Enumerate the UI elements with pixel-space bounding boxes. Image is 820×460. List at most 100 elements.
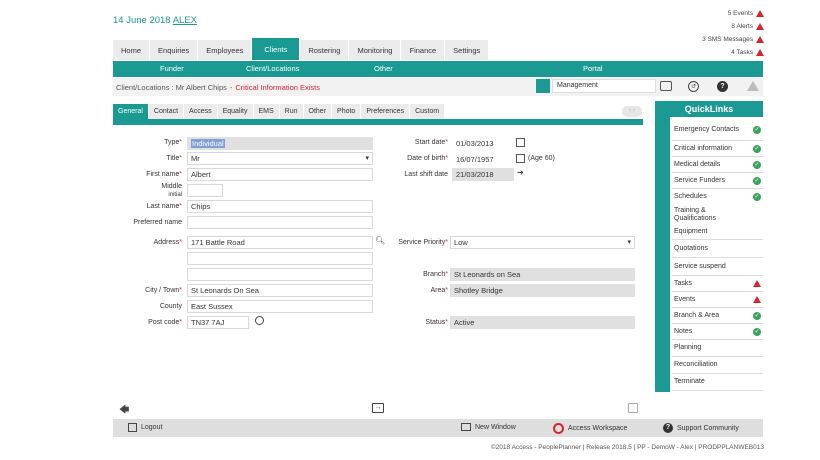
last-name-label: Last name*: [146, 203, 182, 210]
access-workspace-button[interactable]: Access Workspace: [553, 423, 627, 434]
back-arrow-icon[interactable]: 🡄: [119, 403, 129, 420]
notice-sms[interactable]: 3 SMS Messages: [702, 33, 764, 46]
help-icon[interactable]: ?: [717, 81, 728, 92]
subnav-other[interactable]: Other: [374, 64, 393, 73]
middle-initial-label: Middle initial: [161, 183, 182, 198]
tab-monitoring[interactable]: Monitoring: [349, 40, 402, 60]
service-priority-select[interactable]: Low: [450, 236, 635, 249]
check-icon: ✓: [753, 160, 761, 169]
tab-settings[interactable]: Settings: [445, 40, 490, 60]
subtab-run[interactable]: Run: [279, 104, 304, 119]
quicklink-notes[interactable]: Notes ✓: [672, 324, 763, 340]
subtab-preferences[interactable]: Preferences: [361, 104, 411, 119]
alert-icon: [753, 296, 761, 303]
address-line2-input[interactable]: [187, 252, 373, 265]
quicklink-service-funders[interactable]: Service Funders ✓: [672, 173, 763, 189]
arrow-right-icon[interactable]: ➜: [517, 168, 524, 177]
branch-field: St Leonards on Sea: [450, 268, 635, 281]
tab-home[interactable]: Home: [113, 40, 151, 60]
start-date-input[interactable]: 01/03/2013: [452, 137, 514, 150]
quicklink-schedules[interactable]: Schedules ✓: [672, 189, 763, 205]
subtab-custom[interactable]: Custom: [410, 104, 446, 119]
type-field[interactable]: Individual: [187, 137, 373, 150]
tab-rostering[interactable]: Rostering: [300, 40, 350, 60]
quicklink-equipment[interactable]: Equipment: [672, 225, 763, 240]
save-icon[interactable]: [628, 403, 638, 413]
workspace-color-swatch: [536, 79, 550, 93]
title-select[interactable]: Mr: [187, 152, 373, 165]
first-name-label: First name*: [146, 171, 182, 178]
quicklink-critical-information[interactable]: Critical information ✓: [672, 141, 763, 157]
first-name-input[interactable]: Albert: [187, 168, 373, 181]
city-input[interactable]: St Leonards On Sea: [187, 284, 373, 297]
quicklink-training[interactable]: Training & Qualifications: [672, 205, 763, 225]
quicklink-service-suspend[interactable]: Service suspend: [672, 258, 763, 276]
quicklinks-title: QuickLinks: [655, 101, 763, 117]
critical-info-warning[interactable]: Critical Information Exists: [235, 83, 320, 92]
subtab-general[interactable]: General: [113, 104, 149, 119]
new-window-button[interactable]: New Window: [461, 423, 516, 431]
folder-icon[interactable]: [660, 81, 672, 91]
workspace-dropdown[interactable]: Management: [552, 79, 656, 93]
quicklink-emergency-contacts[interactable]: Emergency Contacts ✓: [672, 119, 763, 141]
title-label: Title*: [166, 155, 182, 162]
notice-events[interactable]: 5 Events: [702, 7, 764, 20]
address-label: Address*: [153, 239, 182, 246]
client-context-label: Client/Locations : Mr Albert Chips: [116, 82, 227, 92]
county-input[interactable]: East Sussex: [187, 300, 373, 313]
preferred-name-label: Preferred name: [133, 219, 182, 226]
status-label: Status*: [425, 319, 448, 326]
quicklink-medical-details[interactable]: Medical details ✓: [672, 157, 763, 173]
subnav-client-locations[interactable]: Client/Locations: [246, 64, 299, 73]
quicklink-tasks[interactable]: Tasks: [672, 276, 763, 292]
tab-finance[interactable]: Finance: [401, 40, 446, 60]
history-icon[interactable]: ↺: [688, 81, 699, 92]
quicklinks-side-strip: [655, 117, 670, 392]
alert-icon: [756, 49, 764, 56]
quicklink-terminate[interactable]: Terminate: [672, 374, 763, 391]
address-line3-input[interactable]: [187, 268, 373, 281]
dob-input[interactable]: 16/07/1957: [452, 153, 514, 166]
last-name-input[interactable]: Chips: [187, 200, 373, 213]
support-community-button[interactable]: ? Support Community: [663, 423, 739, 433]
sub-navigation: Funder Client/Locations Other Portal: [113, 61, 763, 77]
tab-clients[interactable]: Clients: [252, 38, 301, 60]
main-navigation: Home Enquiries Employees Clients Rosteri…: [113, 38, 490, 60]
subtab-access[interactable]: Access: [184, 104, 218, 119]
logout-button[interactable]: Logout: [128, 423, 162, 432]
tab-employees[interactable]: Employees: [198, 40, 253, 60]
subtab-contact[interactable]: Contact: [148, 104, 185, 119]
export-icon[interactable]: →: [372, 403, 384, 413]
quicklink-events[interactable]: Events: [672, 292, 763, 308]
subtab-other[interactable]: Other: [303, 104, 333, 119]
postcode-label: Post code*: [148, 319, 182, 326]
subtab-underline: [113, 119, 643, 125]
copyright-text: ©2018 Access - PeoplePlanner | Release 2…: [490, 444, 764, 451]
subnav-portal[interactable]: Portal: [583, 64, 603, 73]
header-date: 14 June 2018 ALEX: [113, 15, 198, 26]
middle-initial-input[interactable]: [187, 184, 223, 197]
quicklink-branch-area[interactable]: Branch & Area ✓: [672, 308, 763, 324]
user-link[interactable]: ALEX: [173, 15, 197, 26]
subtab-photo[interactable]: Photo: [332, 104, 362, 119]
calendar-icon[interactable]: [516, 154, 525, 163]
alert-icon: [753, 280, 761, 287]
notice-alerts[interactable]: 8 Alerts: [702, 20, 764, 33]
preferred-name-input[interactable]: [187, 216, 373, 229]
postcode-input[interactable]: TN37 7AJ: [187, 316, 249, 329]
quicklink-planning[interactable]: Planning: [672, 340, 763, 357]
postcode-lookup-icon[interactable]: [255, 316, 264, 325]
quicklink-reconciliation[interactable]: Reconciliation: [672, 357, 763, 374]
tab-scroll-arrows[interactable]: ‹ ›: [622, 106, 642, 117]
subtab-ems[interactable]: EMS: [253, 104, 280, 119]
subnav-funder[interactable]: Funder: [160, 64, 184, 73]
calendar-icon[interactable]: [516, 138, 525, 147]
check-icon: ✓: [753, 144, 761, 153]
address-line1-input[interactable]: 171 Battle Road: [187, 236, 373, 249]
status-field: Active: [450, 316, 635, 329]
city-label: City / Town*: [145, 287, 182, 294]
quicklink-quotations[interactable]: Quotations: [672, 240, 763, 258]
notice-tasks[interactable]: 4 Tasks: [702, 46, 764, 59]
tab-enquiries[interactable]: Enquiries: [150, 40, 199, 60]
subtab-equality[interactable]: Equality: [217, 104, 254, 119]
